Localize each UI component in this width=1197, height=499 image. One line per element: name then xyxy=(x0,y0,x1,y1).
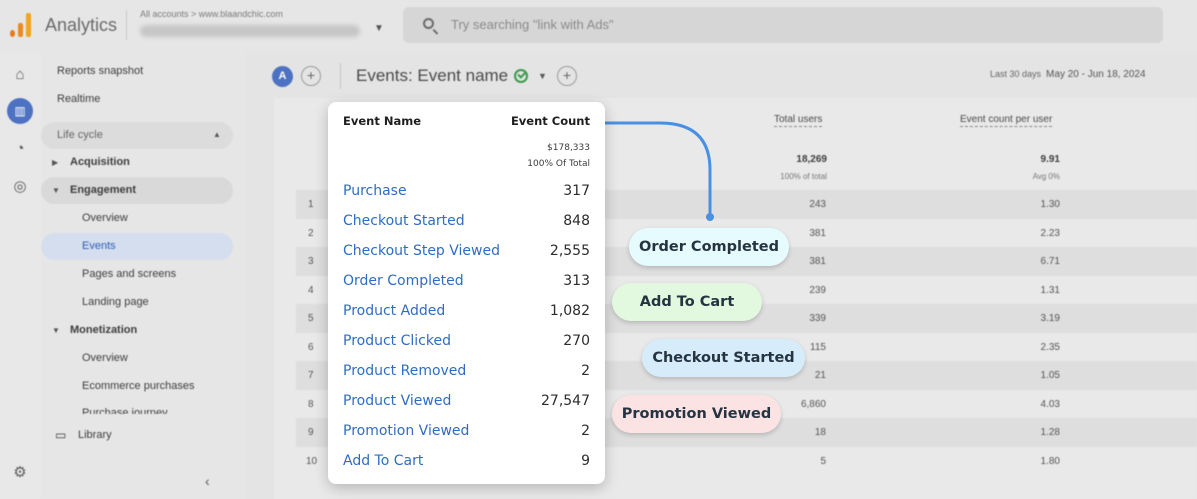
event-count: 270 xyxy=(563,333,590,349)
event-link-product-removed[interactable]: Product Removed xyxy=(343,363,466,379)
event-link-add-to-cart[interactable]: Add To Cart xyxy=(343,453,423,469)
event-link-order-completed[interactable]: Order Completed xyxy=(343,273,464,289)
event-link-purchase[interactable]: Purchase xyxy=(343,183,407,199)
callout-add-to-cart: Add To Cart xyxy=(612,283,762,321)
event-link-promotion-viewed[interactable]: Promotion Viewed xyxy=(343,423,469,439)
card-total-value: $178,333 xyxy=(547,143,590,153)
event-count: 2,555 xyxy=(549,243,590,259)
card-header-event-name: Event Name xyxy=(343,114,422,128)
card-total: $178,333 100% Of Total xyxy=(527,140,590,172)
callout-checkout-started: Checkout Started xyxy=(642,339,805,377)
event-count: 9 xyxy=(581,453,590,469)
event-link-product-added[interactable]: Product Added xyxy=(343,303,445,319)
event-count: 317 xyxy=(563,183,590,199)
callout-promotion-viewed: Promotion Viewed xyxy=(612,395,781,433)
event-count: 2 xyxy=(581,363,590,379)
card-header-event-count: Event Count xyxy=(510,114,590,128)
event-count: 2 xyxy=(581,423,590,439)
event-link-product-viewed[interactable]: Product Viewed xyxy=(343,393,451,409)
event-count: 27,547 xyxy=(541,393,590,409)
card-total-percent: 100% Of Total xyxy=(527,159,590,169)
event-count-card: Event Name Event Count $178,333 100% Of … xyxy=(328,102,605,484)
callout-order-completed: Order Completed xyxy=(629,228,789,266)
event-link-product-clicked[interactable]: Product Clicked xyxy=(343,333,451,349)
event-link-checkout-started[interactable]: Checkout Started xyxy=(343,213,465,229)
event-count: 848 xyxy=(563,213,590,229)
event-link-checkout-step-viewed[interactable]: Checkout Step Viewed xyxy=(343,243,500,259)
event-count: 1,082 xyxy=(549,303,590,319)
event-count: 313 xyxy=(563,273,590,289)
